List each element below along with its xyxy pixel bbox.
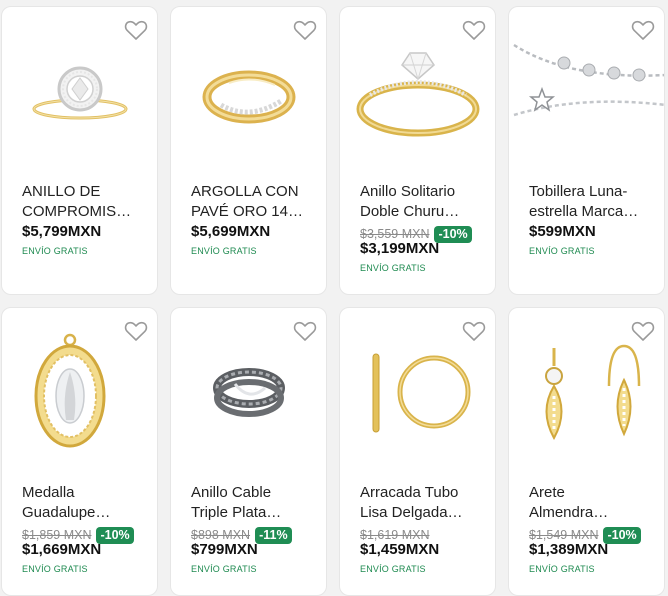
shipping-label: ENVÍO GRATIS <box>529 246 595 256</box>
discount-badge: -10% <box>96 526 134 544</box>
product-price: $799MXN <box>191 541 258 558</box>
shipping-label: ENVÍO GRATIS <box>529 564 595 574</box>
product-price: $1,669MXN <box>22 541 102 558</box>
product-title[interactable]: ANILLO DE COMPROMIS… <box>22 182 147 221</box>
product-image[interactable] <box>171 25 327 155</box>
product-title[interactable]: Medalla Guadalupe… <box>22 483 147 522</box>
product-grid: ANILLO DE COMPROMIS… $5,799MXN ENVÍO GRA… <box>0 0 668 596</box>
product-title[interactable]: ARGOLLA CON PAVÉ ORO 14… <box>191 182 316 221</box>
product-image[interactable] <box>509 25 665 155</box>
product-card[interactable]: Anillo Solitario Doble Churu… $3,559 MXN… <box>339 6 496 295</box>
product-card[interactable]: Tobillera Luna- estrella Marca… $599MXN … <box>508 6 665 295</box>
product-price: $3,199MXN <box>360 240 440 257</box>
shipping-label: ENVÍO GRATIS <box>360 263 426 273</box>
product-card[interactable]: ARGOLLA CON PAVÉ ORO 14… $5,699MXN ENVÍO… <box>170 6 327 295</box>
product-price: $599MXN <box>529 223 596 240</box>
product-title[interactable]: Arracada Tubo Lisa Delgada… <box>360 483 485 522</box>
shipping-label: ENVÍO GRATIS <box>191 564 257 574</box>
product-title[interactable]: Arete Almendra… <box>529 483 654 522</box>
product-title[interactable]: Anillo Solitario Doble Churu… <box>360 182 485 221</box>
shipping-label: ENVÍO GRATIS <box>22 564 88 574</box>
product-image[interactable] <box>2 25 158 155</box>
product-price: $5,799MXN <box>22 223 102 240</box>
product-card[interactable]: Medalla Guadalupe… $1,859 MXN -10% $1,66… <box>1 307 158 596</box>
product-image[interactable] <box>340 25 496 155</box>
original-price: $1,549 MXN <box>529 528 599 542</box>
original-price: $1,619 MXN <box>360 528 430 542</box>
product-card[interactable]: Arracada Tubo Lisa Delgada… $1,619 MXN $… <box>339 307 496 596</box>
product-card[interactable]: Arete Almendra… $1,549 MXN -10% $1,389MX… <box>508 307 665 596</box>
product-price: $5,699MXN <box>191 223 271 240</box>
product-price: $1,389MXN <box>529 541 609 558</box>
shipping-label: ENVÍO GRATIS <box>191 246 257 256</box>
original-price: $3,559 MXN <box>360 227 430 241</box>
original-price: $898 MXN <box>191 528 251 542</box>
shipping-label: ENVÍO GRATIS <box>360 564 426 574</box>
product-title[interactable]: Anillo Cable Triple Plata… <box>191 483 316 522</box>
product-card[interactable]: ANILLO DE COMPROMIS… $5,799MXN ENVÍO GRA… <box>1 6 158 295</box>
discount-badge: -11% <box>255 526 292 544</box>
discount-badge: -10% <box>603 526 641 544</box>
discount-badge: -10% <box>434 225 472 243</box>
product-image[interactable] <box>171 326 327 456</box>
product-card[interactable]: Anillo Cable Triple Plata… $898 MXN -11%… <box>170 307 327 596</box>
shipping-label: ENVÍO GRATIS <box>22 246 88 256</box>
original-price: $1,859 MXN <box>22 528 92 542</box>
product-price: $1,459MXN <box>360 541 440 558</box>
product-image[interactable] <box>509 326 665 456</box>
product-image[interactable] <box>340 326 496 456</box>
product-image[interactable] <box>2 326 158 456</box>
product-title[interactable]: Tobillera Luna- estrella Marca… <box>529 182 654 221</box>
